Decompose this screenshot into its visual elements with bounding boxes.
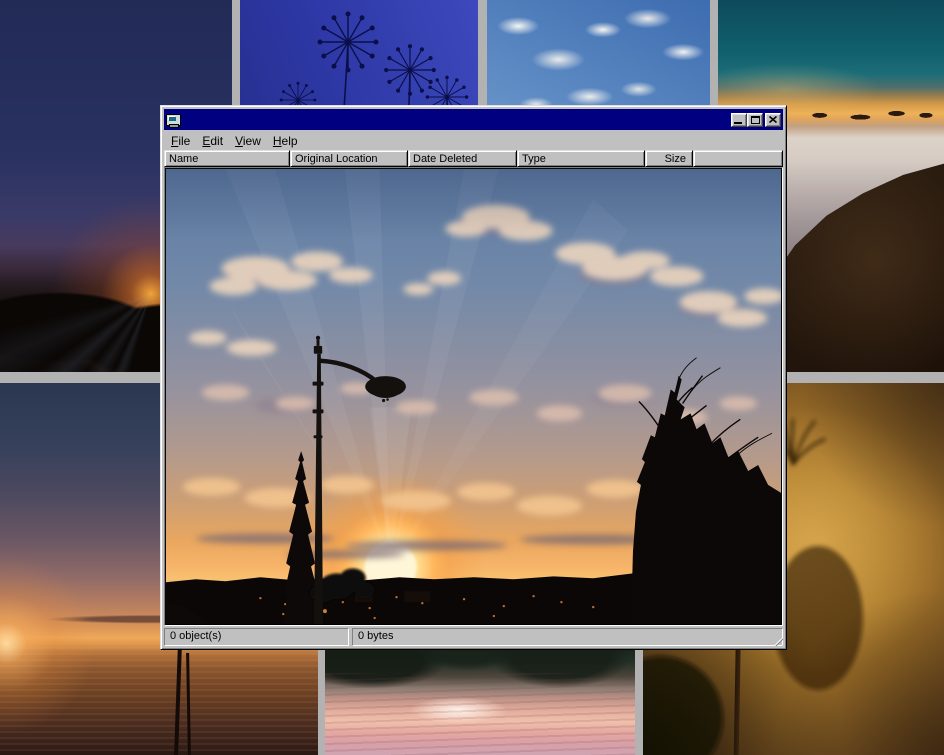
- maximize-icon: [751, 116, 760, 124]
- column-header-type[interactable]: Type: [517, 150, 645, 167]
- menu-edit[interactable]: Edit: [196, 133, 229, 149]
- window-controls: [731, 113, 781, 127]
- file-list-area[interactable]: [164, 167, 783, 626]
- column-header-size[interactable]: Size: [645, 150, 693, 167]
- minimize-icon: [734, 122, 742, 124]
- column-headers: Name Original Location Date Deleted Type…: [164, 150, 783, 167]
- status-bar: 0 object(s) 0 bytes: [164, 626, 783, 646]
- menu-view[interactable]: View: [229, 133, 267, 149]
- column-header-date-deleted[interactable]: Date Deleted: [408, 150, 517, 167]
- close-icon: [769, 116, 777, 123]
- menu-bar: File Edit View Help: [164, 130, 783, 150]
- status-object-count: 0 object(s): [164, 628, 349, 646]
- status-total-size: 0 bytes: [352, 628, 783, 646]
- menu-help[interactable]: Help: [267, 133, 304, 149]
- computer-icon: [166, 114, 181, 126]
- sunset-lamp-photo: [166, 169, 781, 624]
- close-button[interactable]: [765, 113, 781, 127]
- menu-file[interactable]: File: [165, 133, 196, 149]
- water-glimmer: [0, 647, 318, 755]
- column-header-filler: [693, 150, 783, 167]
- titlebar[interactable]: [164, 109, 783, 130]
- column-header-original-location[interactable]: Original Location: [290, 150, 408, 167]
- column-header-name[interactable]: Name: [164, 150, 290, 167]
- desktop[interactable]: { "window": { "title": "" }, "icons": { …: [0, 0, 944, 755]
- recycle-bin-window: File Edit View Help Name Original Locati…: [160, 105, 787, 650]
- minimize-button[interactable]: [731, 113, 747, 127]
- water-ripples: [325, 673, 635, 755]
- maximize-button[interactable]: [747, 113, 763, 127]
